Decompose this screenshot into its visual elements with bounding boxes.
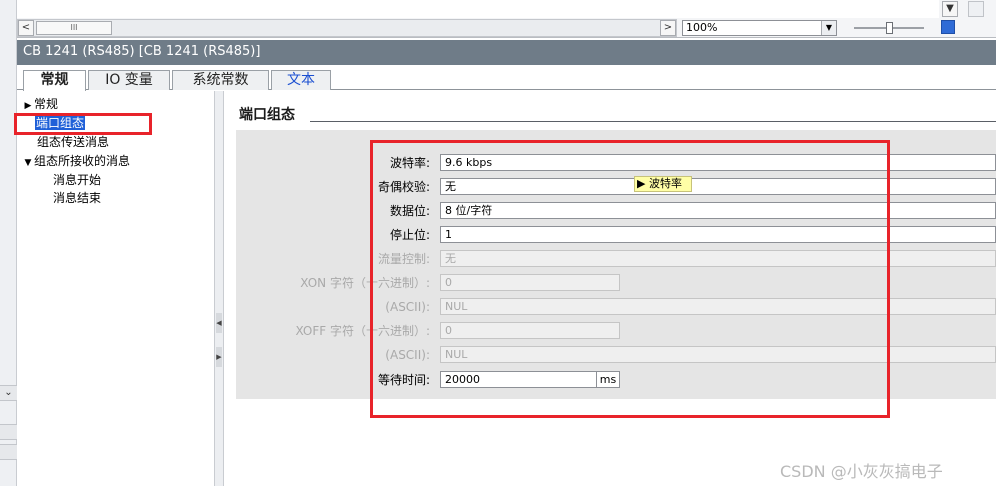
annotation-highlight-form xyxy=(370,140,890,418)
zoom-select[interactable]: 100% ▼ xyxy=(682,20,837,36)
zoom-slider[interactable] xyxy=(854,22,924,34)
editor-canvas-edge xyxy=(17,0,939,18)
strip-divider-2 xyxy=(0,444,17,460)
watermark: CSDN @小灰灰搞电子 xyxy=(780,462,943,481)
inspector-title: CB 1241 (RS485) [CB 1241 (RS485)] xyxy=(17,40,996,65)
scroll-left-icon[interactable]: < xyxy=(18,20,34,36)
collapse-down-icon[interactable]: ⌄ xyxy=(0,385,17,401)
nav-item-message-end[interactable]: 消息结束 xyxy=(53,190,101,206)
annotation-highlight-nav xyxy=(14,113,152,135)
chevron-down-icon[interactable]: ▼ xyxy=(821,21,836,35)
nav-item-label: 组态所接收的消息 xyxy=(34,154,131,168)
zoom-value: 100% xyxy=(686,21,718,34)
fit-to-window-icon[interactable] xyxy=(941,20,955,34)
property-nav xyxy=(17,91,215,486)
section-title: 端口组态 xyxy=(239,107,295,123)
splitter-right-icon[interactable]: ▶ xyxy=(216,347,222,367)
tab-io-tags[interactable]: IO 变量 xyxy=(88,70,170,90)
left-panel-strip: ⌄ xyxy=(0,0,17,486)
panel-button-icon[interactable] xyxy=(968,1,984,17)
section-divider xyxy=(310,121,996,122)
collapse-arrow-icon[interactable]: ▼ xyxy=(22,155,34,171)
nav-item-general[interactable]: ▶ 常规 xyxy=(22,96,58,112)
nav-item-transmit-config[interactable]: 组态传送消息 xyxy=(37,134,109,150)
nav-item-message-start[interactable]: 消息开始 xyxy=(53,172,101,188)
zoom-slider-knob[interactable] xyxy=(886,22,893,34)
strip-divider xyxy=(0,424,17,440)
tab-general[interactable]: 常规 xyxy=(23,70,86,91)
scrollbar-thumb[interactable]: III xyxy=(36,21,112,35)
expand-arrow-icon[interactable]: ▶ xyxy=(22,98,34,114)
scroll-right-icon[interactable]: > xyxy=(660,20,676,36)
nav-item-receive-config[interactable]: ▼ 组态所接收的消息 xyxy=(22,153,130,169)
tab-system-constants[interactable]: 系统常数 xyxy=(172,70,269,90)
tab-texts[interactable]: 文本 xyxy=(271,70,331,90)
splitter-left-icon[interactable]: ◀ xyxy=(216,313,222,333)
nav-item-label: 常规 xyxy=(34,97,59,111)
pane-splitter[interactable]: ◀ ▶ xyxy=(215,91,224,486)
scroll-down-icon[interactable]: ▼ xyxy=(942,1,958,17)
horizontal-scrollbar[interactable] xyxy=(17,19,677,37)
